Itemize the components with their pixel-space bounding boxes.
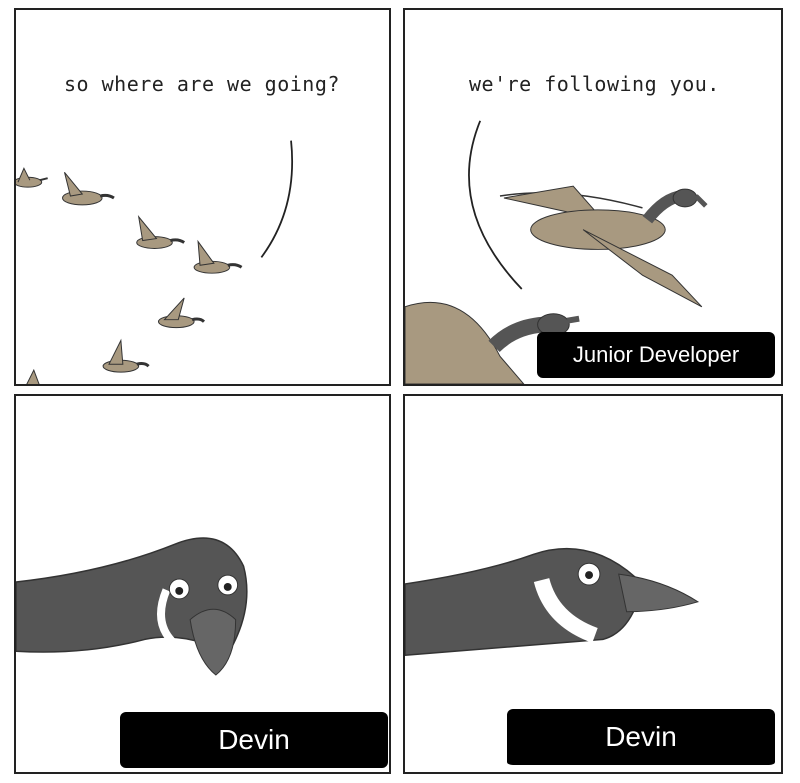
goose-small	[157, 297, 206, 329]
character-label-devin: Devin	[507, 709, 775, 768]
following-geese-illustration	[405, 120, 708, 384]
character-label-devin: Devin	[120, 712, 388, 768]
panel-4: Devin	[403, 394, 783, 774]
panel-1: so where are we going?	[14, 8, 391, 386]
goose-small	[16, 167, 48, 188]
speech-tail	[468, 120, 523, 290]
goose-small	[193, 239, 243, 274]
goose-small	[26, 368, 40, 384]
goose-leader	[499, 185, 708, 308]
flock-illustration	[16, 140, 294, 384]
goose-small	[102, 338, 150, 373]
beak	[189, 608, 237, 676]
goose-small	[62, 171, 115, 206]
goose-small	[136, 215, 186, 249]
speech-tail	[260, 140, 294, 258]
character-label-junior-developer: Junior Developer	[537, 332, 775, 378]
beak	[618, 573, 700, 613]
panel-2: we're following you. Junior Developer	[403, 8, 783, 386]
panel-3: Devin	[14, 394, 391, 774]
